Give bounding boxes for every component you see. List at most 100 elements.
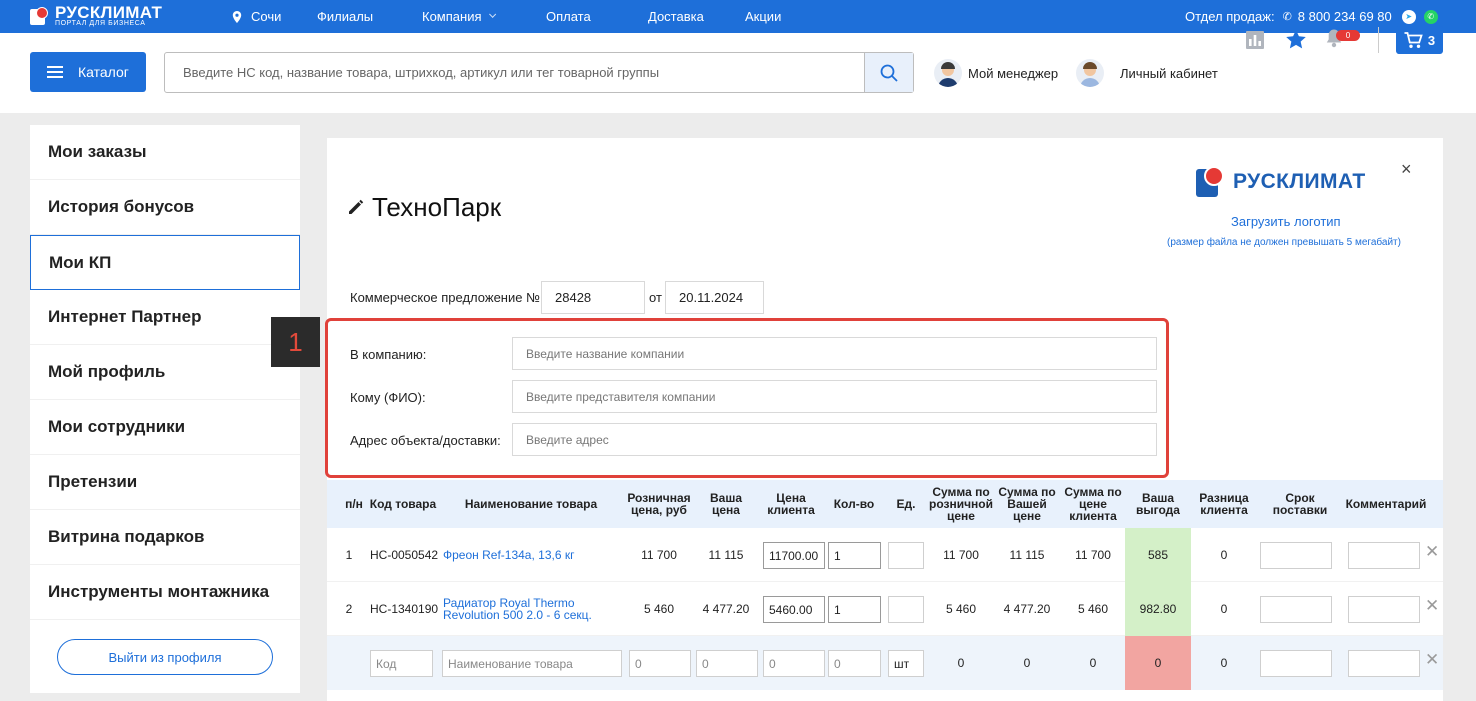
row-client-price-input[interactable] — [763, 542, 825, 569]
row-delete-icon[interactable]: ✕ — [1425, 596, 1439, 616]
sidebar-item-label: Интернет Партнер — [48, 307, 202, 326]
search-bar — [164, 52, 914, 93]
row-code: НС-0050542 — [370, 548, 439, 562]
new-diff: 0 — [1220, 656, 1228, 670]
row-qty-input[interactable] — [828, 542, 881, 569]
col-sum-your: Сумма по Вашей цене — [998, 485, 1056, 523]
recipient-field[interactable] — [512, 380, 1157, 413]
sidebar-item-label: Мои КП — [49, 252, 112, 272]
nav-branches[interactable]: Филиалы — [317, 0, 373, 33]
row-sum-your: 11 115 — [1009, 548, 1045, 562]
row-product-link[interactable]: Фреон Ref-134a, 13,6 кг — [443, 528, 623, 582]
menu-icon — [47, 63, 63, 81]
new-comment-input[interactable] — [1348, 650, 1420, 677]
sidebar-item-bonus-history[interactable]: История бонусов — [30, 180, 300, 235]
upload-logo-link[interactable]: Загрузить логотип — [1231, 214, 1341, 229]
sidebar-item-label: Мой профиль — [48, 362, 166, 381]
page-title[interactable]: ТехноПарк — [347, 192, 501, 223]
new-benefit: 0 — [1125, 636, 1191, 690]
logout-button[interactable]: Выйти из профиля — [57, 639, 273, 675]
row-delete-icon[interactable]: ✕ — [1425, 542, 1439, 562]
new-term-input[interactable] — [1260, 650, 1332, 677]
sales-phone[interactable]: 8 800 234 69 80 — [1298, 9, 1392, 24]
new-retail-input[interactable] — [629, 650, 691, 677]
col-term: Срок поставки — [1272, 491, 1328, 517]
col-your-price: Ваша цена — [709, 491, 742, 517]
row-qty-input[interactable] — [828, 596, 881, 623]
col-sum-client: Сумма по цене клиента — [1064, 485, 1122, 523]
new-code-input[interactable] — [370, 650, 433, 677]
sidebar-item-employees[interactable]: Мои сотрудники — [30, 400, 300, 455]
cart-icon — [1404, 31, 1423, 48]
personal-cabinet[interactable]: Личный кабинет — [1076, 59, 1218, 87]
sidebar-item-my-kp[interactable]: Мои КП — [30, 235, 300, 290]
sidebar: Мои заказы История бонусов Мои КП Интерн… — [30, 125, 300, 693]
nav-payment-label: Оплата — [546, 9, 591, 24]
row-sum-retail: 5 460 — [945, 602, 977, 616]
new-unit-input[interactable] — [888, 650, 924, 677]
row-comment-input[interactable] — [1348, 596, 1420, 623]
row-comment-input[interactable] — [1348, 542, 1420, 569]
my-manager[interactable]: Мой менеджер — [934, 59, 1058, 87]
city-selector[interactable]: Сочи — [232, 0, 281, 33]
cart-button[interactable]: 3 — [1396, 26, 1443, 54]
address-field[interactable] — [512, 423, 1157, 456]
new-qty-input[interactable] — [828, 650, 881, 677]
kp-number-field[interactable] — [541, 281, 645, 314]
upload-logo-note: (размер файла не должен превышать 5 мега… — [1167, 237, 1401, 248]
recipient-label: Кому (ФИО): — [350, 390, 426, 405]
company-field[interactable] — [512, 337, 1157, 370]
sidebar-item-profile[interactable]: Мой профиль — [30, 345, 300, 400]
row-num: 2 — [345, 602, 353, 616]
row-unit-input[interactable] — [888, 596, 924, 623]
stats-icon[interactable] — [1245, 30, 1265, 50]
sidebar-item-claims[interactable]: Претензии — [30, 455, 300, 510]
row-your-price: 11 115 — [708, 548, 744, 562]
sidebar-item-label: Инструменты монтажника — [48, 582, 270, 601]
sidebar-item-internet-partner[interactable]: Интернет Партнер — [30, 290, 300, 345]
new-client-price-input[interactable] — [763, 650, 825, 677]
kp-date-field[interactable] — [665, 281, 764, 314]
row-product-link[interactable]: Радиатор Royal Thermo Revolution 500 2.0… — [443, 582, 613, 636]
sidebar-item-installer-tools[interactable]: Инструменты монтажника — [30, 565, 300, 620]
phone-icon: ✆ — [1282, 11, 1292, 23]
catalog-button[interactable]: Каталог — [30, 52, 146, 92]
new-name-input[interactable] — [442, 650, 622, 677]
row-term-input[interactable] — [1260, 596, 1332, 623]
row-delete-icon[interactable]: ✕ — [1425, 650, 1439, 670]
nav-promotions-label: Акции — [745, 9, 782, 24]
nav-payment[interactable]: Оплата — [546, 0, 591, 33]
nav-delivery[interactable]: Доставка — [648, 0, 704, 33]
star-icon[interactable] — [1285, 29, 1307, 50]
site-logo[interactable]: РУСКЛИМАТ ПОРТАЛ ДЛЯ БИЗНЕСА — [30, 4, 162, 28]
col-name: Наименование товара — [464, 497, 598, 511]
whatsapp-icon[interactable]: ✆ — [1423, 9, 1438, 24]
company-logo: РУСКЛИМАТ — [1196, 166, 1366, 198]
col-client-price: Цена клиента — [767, 491, 815, 517]
row-benefit: 982.80 — [1125, 582, 1191, 636]
row-sum-your: 4 477.20 — [1003, 602, 1051, 616]
telegram-icon[interactable]: ➤ — [1401, 9, 1416, 24]
col-comment: Комментарий — [1345, 497, 1427, 511]
nav-promotions[interactable]: Акции — [745, 0, 781, 33]
row-unit-input[interactable] — [888, 542, 924, 569]
sidebar-item-label: История бонусов — [48, 197, 195, 216]
search-input[interactable] — [165, 53, 864, 92]
row-client-price-input[interactable] — [763, 596, 825, 623]
new-your-price-input[interactable] — [696, 650, 758, 677]
close-icon[interactable]: × — [1401, 159, 1412, 180]
cart-count: 3 — [1427, 32, 1436, 48]
sidebar-item-gifts[interactable]: Витрина подарков — [30, 510, 300, 565]
page-title-text: ТехноПарк — [372, 192, 502, 222]
row-sum-client: 5 460 — [1077, 602, 1109, 616]
nav-company-label: Компания — [422, 9, 482, 24]
sidebar-item-label: Мои сотрудники — [48, 417, 186, 436]
row-diff: 0 — [1220, 602, 1228, 616]
user-avatar — [1076, 59, 1104, 87]
row-term-input[interactable] — [1260, 542, 1332, 569]
col-qty: Кол-во — [833, 497, 875, 511]
search-button[interactable] — [864, 53, 913, 92]
nav-company[interactable]: Компания — [422, 0, 496, 33]
sidebar-item-orders[interactable]: Мои заказы — [30, 125, 300, 180]
company-logo-name: РУСКЛИМАТ — [1233, 170, 1366, 193]
